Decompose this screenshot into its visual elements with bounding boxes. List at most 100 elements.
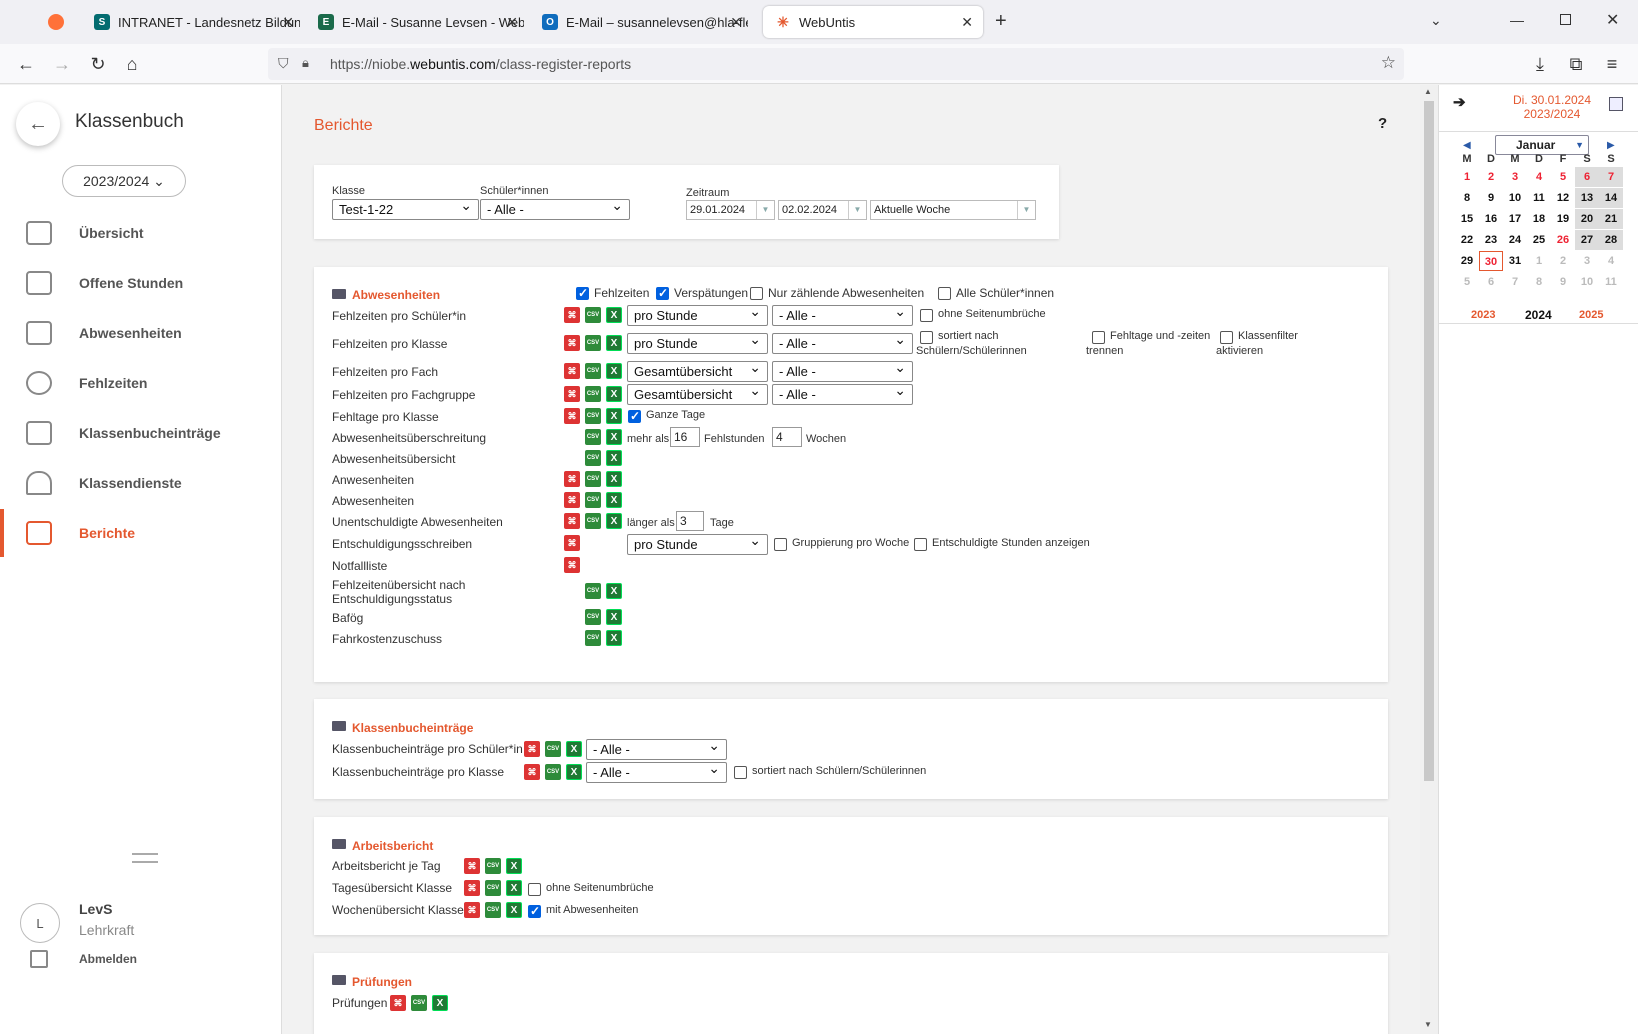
excel-icon[interactable]: X [506,902,522,918]
new-tab-icon[interactable]: + [995,10,1007,33]
maximize-icon[interactable] [1560,14,1571,25]
pdf-icon[interactable]: ⌘ [564,513,580,529]
minimize-icon[interactable]: — [1510,12,1524,28]
excel-icon[interactable]: X [606,583,622,599]
extensions-icon[interactable]: ⧉ [1564,52,1588,76]
calendar-day[interactable]: 10 [1575,272,1599,292]
pdf-icon[interactable]: ⌘ [524,741,540,757]
ganze-tage-checkbox[interactable] [628,409,641,423]
pdf-icon[interactable]: ⌘ [564,386,580,402]
sidebar-item-uebersicht[interactable]: Übersicht [0,209,281,257]
calendar-day[interactable]: 3 [1503,167,1527,187]
csv-icon[interactable]: CSV [485,880,501,896]
scroll-up-icon[interactable]: ▲ [1424,87,1432,96]
calendar-day[interactable]: 6 [1479,272,1503,292]
excel-icon[interactable]: X [606,450,622,466]
calendar-day[interactable]: 24 [1503,230,1527,250]
calendar-day[interactable]: 31 [1503,251,1527,271]
filter-select[interactable]: - Alle - [772,381,913,405]
mit-abwesenheiten-checkbox[interactable] [528,904,541,918]
csv-icon[interactable]: CSV [585,471,601,487]
calendar-day[interactable]: 2 [1551,251,1575,271]
csv-icon[interactable]: CSV [585,492,601,508]
scroll-down-icon[interactable]: ▼ [1424,1020,1432,1029]
csv-icon[interactable]: CSV [485,858,501,874]
calendar-day[interactable]: 11 [1527,188,1551,208]
excel-icon[interactable]: X [432,995,448,1011]
calendar-day[interactable]: 1 [1527,251,1551,271]
calendar-day[interactable]: 2 [1479,167,1503,187]
prev-month-icon[interactable]: ◀ [1463,140,1471,151]
calendar-day[interactable]: 20 [1575,209,1599,229]
calendar-day[interactable]: 4 [1599,251,1623,271]
tab-email-outlook[interactable]: O E-Mail – susannelevsen@hla-fle ✕ [542,6,748,38]
pdf-icon[interactable]: ⌘ [564,535,580,551]
calendar-day[interactable]: 13 [1575,188,1599,208]
sidebar-item-abwesenheiten[interactable]: Abwesenheiten [0,309,281,357]
calendar-day[interactable]: 3 [1575,251,1599,271]
calendar-day[interactable]: 8 [1455,188,1479,208]
wochen-input[interactable]: 4 [772,427,802,447]
calendar-icon[interactable] [1609,97,1623,111]
avatar[interactable]: L [20,903,60,943]
csv-icon[interactable]: CSV [585,450,601,466]
csv-icon[interactable]: CSV [585,363,601,379]
calendar-day[interactable]: 14 [1599,188,1623,208]
sidebar-item-berichte[interactable]: Berichte [0,509,281,557]
unit-select[interactable]: pro Stunde [627,330,768,354]
sortiert-checkbox[interactable] [920,331,933,344]
csv-icon[interactable]: CSV [585,429,601,445]
excel-icon[interactable]: X [506,880,522,896]
csv-icon[interactable]: CSV [585,609,601,625]
calendar-day[interactable]: 5 [1551,167,1575,187]
unit-select[interactable]: pro Stunde [627,531,768,555]
excel-icon[interactable]: X [606,492,622,508]
calendar-day[interactable]: 30 [1479,251,1503,271]
klassenfilter-checkbox[interactable] [1220,331,1233,344]
calendar-day[interactable]: 8 [1527,272,1551,292]
calendar-day[interactable]: 11 [1599,272,1623,292]
calendar-day[interactable]: 18 [1527,209,1551,229]
calendar-day[interactable]: 29 [1455,251,1479,271]
csv-icon[interactable]: CSV [545,764,561,780]
url-bar[interactable]: ⛉ 🔒︎ https://niobe.webuntis.com/class-re… [268,48,1404,80]
date-from-input[interactable]: 29.01.2024 ▼ [686,200,775,220]
entschuldigte-checkbox[interactable] [914,538,927,551]
calendar-day[interactable]: 19 [1551,209,1575,229]
lock-icon[interactable]: 🔒︎ [302,55,309,71]
tab-firefox[interactable] [48,6,74,38]
csv-icon[interactable]: CSV [585,513,601,529]
excel-icon[interactable]: X [606,335,622,351]
filter-select[interactable]: - Alle - [772,358,913,382]
excel-icon[interactable]: X [606,630,622,646]
calendar-day[interactable]: 28 [1599,230,1623,250]
tage-input[interactable]: 3 [676,511,704,531]
filter-select[interactable]: - Alle - [586,736,727,760]
close-icon[interactable]: ✕ [506,14,518,31]
gruppierung-checkbox[interactable] [774,538,787,551]
calendar-day[interactable]: 26 [1551,230,1575,250]
unit-select[interactable]: Gesamtübersicht [627,358,768,382]
help-icon[interactable]: ? [1378,115,1387,132]
calendar-day[interactable]: 9 [1479,188,1503,208]
close-icon[interactable]: ✕ [730,14,742,31]
csv-icon[interactable]: CSV [585,307,601,323]
excel-icon[interactable]: X [566,741,582,757]
date-to-input[interactable]: 02.02.2024 ▼ [778,200,867,220]
home-icon[interactable]: ⌂ [120,52,144,76]
calendar-day[interactable]: 25 [1527,230,1551,250]
window-close-icon[interactable]: ✕ [1606,10,1619,30]
pdf-icon[interactable]: ⌘ [564,471,580,487]
ohne-seitenumbrueche-checkbox[interactable] [528,883,541,896]
month-select[interactable]: Januar ▼ [1495,135,1589,155]
csv-icon[interactable]: CSV [585,335,601,351]
tab-intranet[interactable]: S INTRANET - Landesnetz Bildung ✕ [94,6,300,38]
csv-icon[interactable]: CSV [585,630,601,646]
calendar-day[interactable]: 22 [1455,230,1479,250]
filter-select[interactable]: - Alle - [586,759,727,783]
ohne-seitenumbrueche-checkbox[interactable] [920,309,933,322]
pdf-icon[interactable]: ⌘ [464,880,480,896]
bookmark-star-icon[interactable]: ☆ [1381,53,1396,73]
csv-icon[interactable]: CSV [585,583,601,599]
pdf-icon[interactable]: ⌘ [564,492,580,508]
